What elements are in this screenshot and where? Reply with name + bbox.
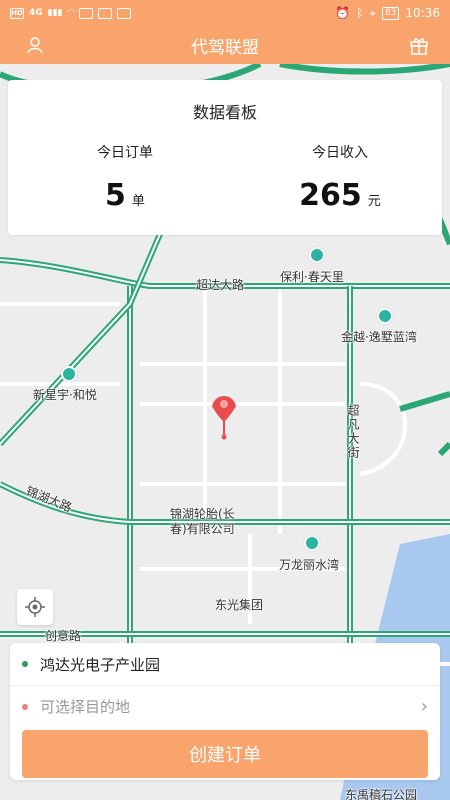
status-left-icons: HD 4G ▮▮▮ ◠	[10, 7, 132, 19]
location-icon: ⌖	[369, 5, 376, 20]
map-label-poi: 金越·逸墅蓝湾	[341, 330, 417, 344]
map-label-road: 创意路	[45, 629, 82, 643]
destination-row[interactable]: 可选择目的地 ›	[10, 685, 440, 727]
board-title: 数据看板	[192, 103, 257, 122]
chevron-right-icon: ›	[420, 696, 428, 717]
create-order-button[interactable]: 创建订单	[22, 730, 428, 778]
map-pin	[212, 396, 236, 440]
locate-button[interactable]	[17, 589, 53, 625]
stat-value: 5	[105, 178, 126, 213]
hd-icon: HD	[10, 7, 24, 19]
stat-today-income: 今日收入 265 元	[240, 142, 440, 213]
map-label-road: 超达大路	[196, 278, 245, 292]
bluetooth-icon: ᛒ	[355, 6, 364, 20]
status-bar: HD 4G ▮▮▮ ◠ ⏰ ᛒ ⌖ 83 10:36	[0, 0, 450, 26]
battery-icon: 83	[381, 6, 400, 20]
app-notification-icon	[79, 7, 94, 19]
destination-dot-icon	[22, 703, 28, 710]
poi-marker-icon[interactable]	[304, 535, 320, 551]
map-label-poi: 东禹稿石公园	[345, 788, 418, 800]
pickup-location-text: 鸿达光电子产业园	[40, 655, 161, 674]
app-notification-icon-2	[98, 7, 113, 19]
poi-marker-icon[interactable]	[377, 308, 393, 324]
map-label-poi: 新星宇·和悦	[33, 388, 97, 402]
map-label-poi: 万龙丽水湾	[279, 558, 340, 572]
signal-icon: ▮▮▮	[47, 8, 63, 18]
status-right-icons: ⏰ ᛒ ⌖ 83 10:36	[335, 6, 440, 21]
app-header: 代驾联盟	[0, 26, 450, 64]
poi-marker-icon[interactable]	[309, 247, 325, 263]
crosshair-icon	[25, 597, 45, 617]
stat-today-orders: 今日订单 5 单	[25, 142, 225, 213]
pickup-dot-icon	[22, 661, 28, 667]
data-board: 数据看板 今日订单 5 单 今日收入 265 元	[8, 80, 442, 235]
status-time: 10:36	[405, 6, 440, 20]
map-label-poi: 保利·春天里	[280, 270, 344, 284]
order-panel: 鸿达光电子产业园 可选择目的地 › 创建订单	[10, 643, 440, 780]
stat-label: 今日收入	[312, 145, 368, 161]
stat-value: 265	[299, 178, 362, 213]
stat-unit: 元	[367, 194, 381, 209]
alarm-icon: ⏰	[335, 6, 350, 20]
map-label-poi: 东光集团	[215, 598, 264, 612]
user-icon[interactable]	[24, 34, 46, 56]
wifi-icon: ◠	[67, 8, 75, 18]
gift-icon[interactable]	[408, 34, 430, 56]
stat-unit: 单	[131, 194, 145, 209]
poi-marker-icon[interactable]	[61, 366, 77, 382]
destination-placeholder: 可选择目的地	[40, 698, 131, 716]
network-icon: 4G	[29, 8, 43, 18]
page-title: 代驾联盟	[191, 37, 259, 58]
map-label-poi: 春)有限公司	[170, 522, 235, 536]
stat-label: 今日订单	[97, 145, 153, 161]
pickup-location-row[interactable]: 鸿达光电子产业园	[10, 643, 440, 685]
map-label-road: 超凡大街	[346, 404, 360, 460]
app-notification-icon-3	[117, 7, 132, 19]
